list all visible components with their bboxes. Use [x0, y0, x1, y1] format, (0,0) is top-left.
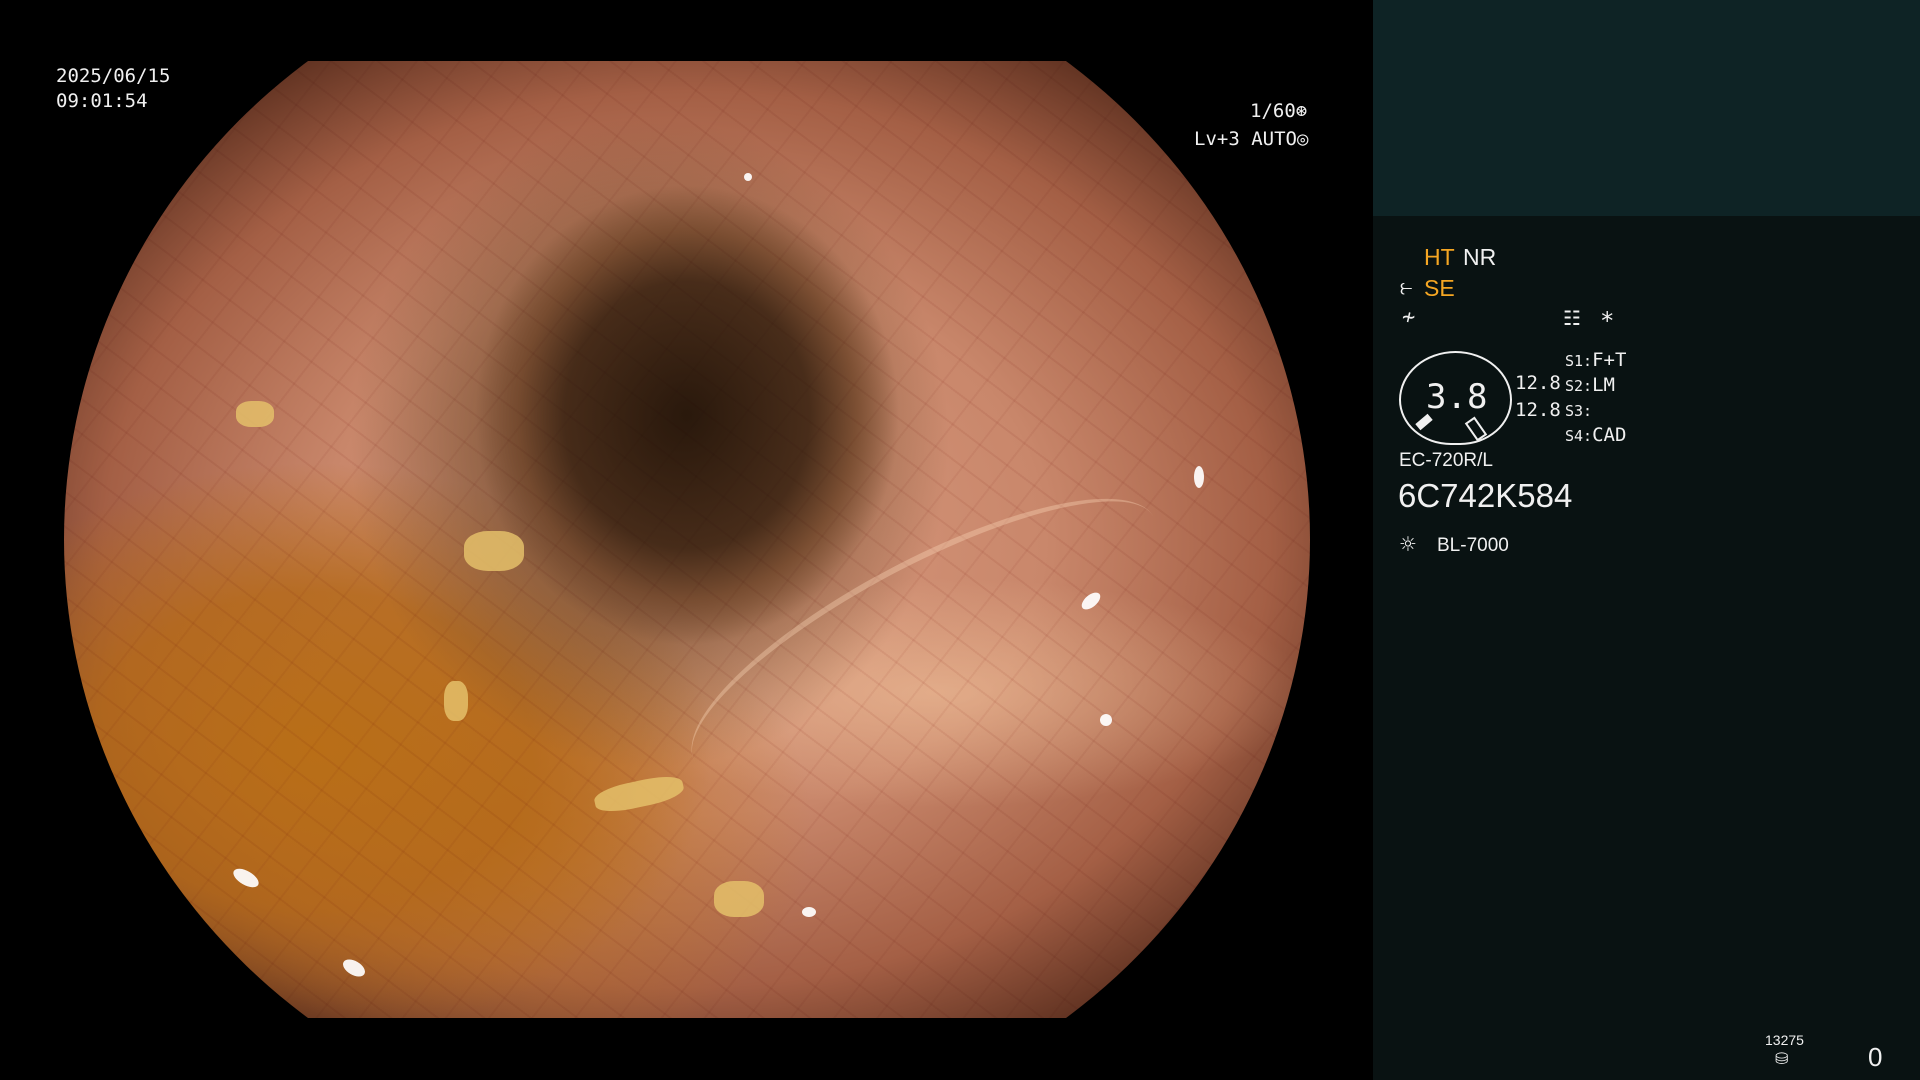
counter-value: 0	[1868, 1042, 1883, 1072]
switch-row: S3:	[1565, 399, 1592, 421]
gauge-value: 3.8	[1426, 377, 1488, 417]
shutter-icon: ⊛	[1295, 100, 1308, 122]
switch-key: S4:	[1565, 427, 1593, 445]
mode-ht: HT	[1424, 244, 1455, 270]
exam-time: 09:01:54	[56, 90, 148, 112]
switch-value: F+T	[1592, 349, 1627, 371]
endoscope-view: 2025/06/15 09:01:54 1/60⊛ Lv+3 AUTO◎	[0, 0, 1373, 1080]
debris-fragment	[714, 881, 764, 917]
switch-key: S3:	[1565, 402, 1593, 420]
light-reflection	[802, 907, 816, 917]
record-icon: ☷	[1563, 306, 1581, 330]
light-reflection	[1194, 466, 1204, 488]
switch-row: S4:CAD	[1565, 424, 1626, 446]
shutter-speed: 1/60⊛	[1250, 99, 1307, 123]
switch-key: S1:	[1565, 352, 1593, 370]
mode-se: SE	[1424, 275, 1455, 301]
scope-model: EC-720R/L	[1399, 450, 1493, 471]
endoscopic-image	[64, 61, 1310, 1018]
iris-level-value: Lv+3 AUTO	[1194, 128, 1297, 150]
shutter-speed-value: 1/60	[1250, 100, 1296, 122]
iris-level: Lv+3 AUTO◎	[1194, 127, 1308, 151]
freeze-icon: ≁	[1402, 305, 1416, 330]
debris-fragment	[236, 401, 274, 427]
capture-count: 13275	[1765, 1032, 1804, 1048]
exam-date: 2025/06/15	[56, 65, 171, 87]
panel-header	[1373, 0, 1920, 216]
light-source-model: BL-7000	[1437, 535, 1509, 556]
light-source-icon: ☼	[1400, 530, 1416, 560]
switch-value: LM	[1592, 374, 1615, 396]
switch-value: CAD	[1592, 424, 1627, 446]
iris-icon: ◎	[1296, 128, 1309, 150]
asterisk-icon: *	[1600, 307, 1615, 335]
mode-nr: NR	[1463, 244, 1497, 270]
switch-row: S1:F+T	[1565, 349, 1626, 371]
reading-2: 12.8	[1515, 399, 1561, 421]
debris-fragment	[444, 681, 468, 721]
light-reflection	[744, 173, 752, 181]
structure-enhance-icon: ⥼	[1400, 275, 1413, 300]
reading-1: 12.8	[1515, 372, 1561, 394]
scope-serial: 6C742K584	[1398, 477, 1573, 514]
light-reflection	[1100, 714, 1112, 726]
switch-row: S2:LM	[1565, 374, 1615, 396]
switch-key: S2:	[1565, 377, 1593, 395]
debris-fragment	[464, 531, 524, 571]
capture-icon: ⛁	[1775, 1049, 1789, 1068]
